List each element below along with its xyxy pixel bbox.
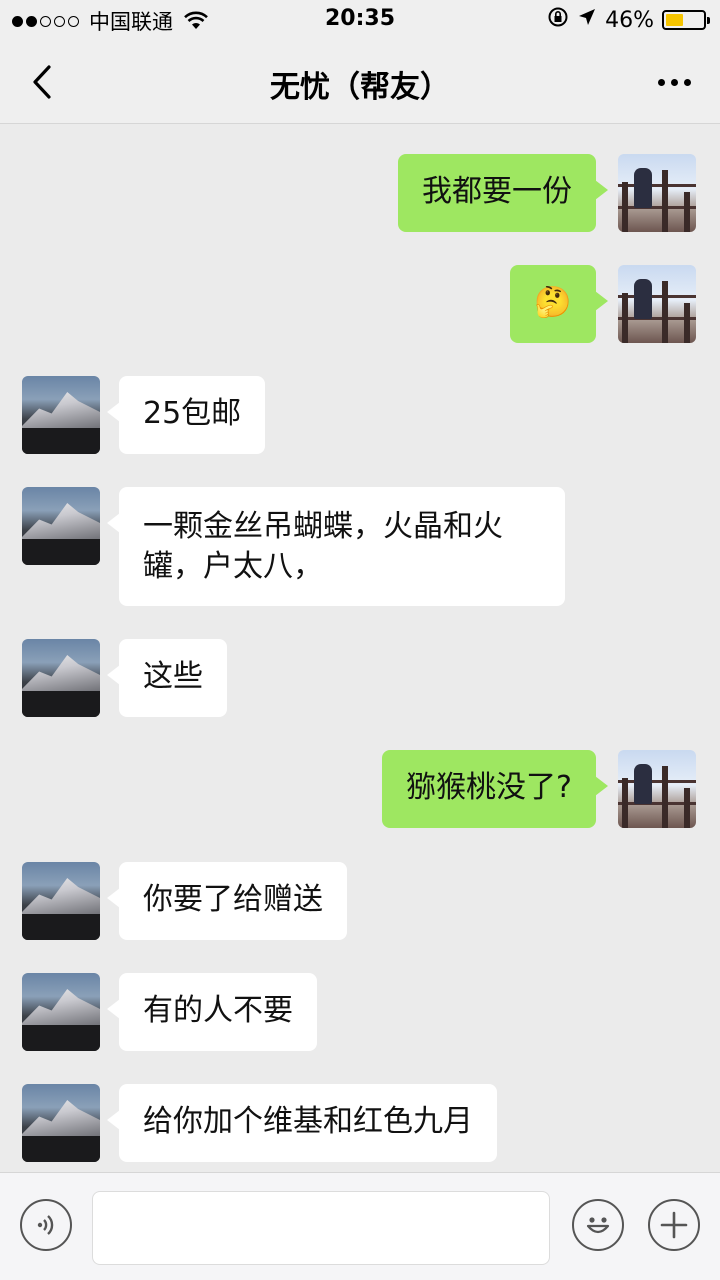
more-button[interactable] — [650, 62, 698, 102]
message-bubble-theirs[interactable]: 有的人不要 — [107, 973, 317, 1051]
more-icon-dot — [657, 78, 665, 86]
my-avatar[interactable] — [618, 154, 696, 232]
voice-icon — [37, 1215, 54, 1235]
plus-icon — [660, 1211, 688, 1239]
chat-title: 无忧（帮友） — [270, 70, 450, 105]
message-bubble-mine[interactable]: 我都要一份 — [398, 154, 608, 232]
status-right: 46% — [547, 6, 710, 34]
input-bar — [0, 1172, 720, 1280]
more-icon-dot — [670, 78, 678, 86]
message-bubble-mine[interactable]: 猕猴桃没了? — [382, 750, 608, 828]
my-avatar[interactable] — [618, 750, 696, 828]
battery-percent: 46% — [605, 7, 654, 33]
message-bubble-theirs[interactable]: 你要了给赠送 — [107, 862, 347, 940]
location-arrow-icon — [577, 7, 597, 33]
battery-icon — [662, 10, 710, 30]
contact-avatar[interactable] — [22, 1084, 100, 1162]
message-input[interactable] — [92, 1191, 550, 1265]
message-bubble-theirs[interactable]: 一颗金丝吊蝴蝶，火晶和火罐，户太八， — [107, 487, 565, 606]
battery-fill — [666, 14, 683, 26]
status-bar: 中国联通 20:35 46% — [0, 0, 720, 40]
emoji-icon — [586, 1217, 610, 1234]
contact-avatar[interactable] — [22, 639, 100, 717]
message-bubble-theirs[interactable]: 给你加个维基和红色九月 — [107, 1084, 497, 1162]
plus-button[interactable] — [648, 1199, 700, 1251]
voice-button[interactable] — [20, 1199, 72, 1251]
contact-avatar[interactable] — [22, 376, 100, 454]
my-avatar[interactable] — [618, 265, 696, 343]
emoji-button[interactable] — [572, 1199, 624, 1251]
message-bubble-mine[interactable]: 🤔 — [510, 265, 608, 343]
message-bubble-theirs[interactable]: 这些 — [107, 639, 227, 717]
more-icon-dot — [683, 78, 691, 86]
nav-bar: 无忧（帮友） — [0, 40, 720, 124]
message-bubble-theirs[interactable]: 25包邮 — [106, 376, 266, 454]
contact-avatar[interactable] — [22, 862, 100, 940]
orientation-lock-icon — [547, 6, 569, 34]
contact-avatar[interactable] — [22, 487, 100, 565]
contact-avatar[interactable] — [22, 973, 100, 1051]
